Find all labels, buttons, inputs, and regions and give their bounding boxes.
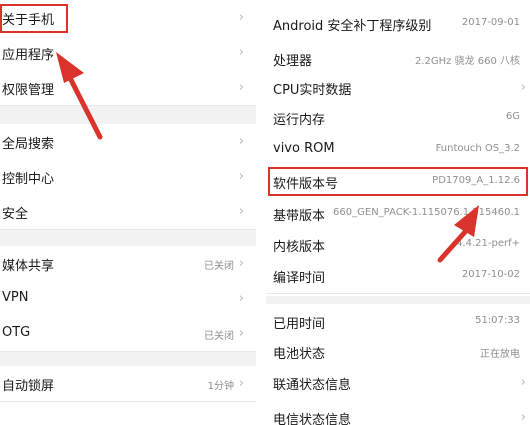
annotation-arrows (56, 52, 479, 263)
arrow-icon (437, 205, 479, 263)
arrow-icon (56, 52, 103, 140)
